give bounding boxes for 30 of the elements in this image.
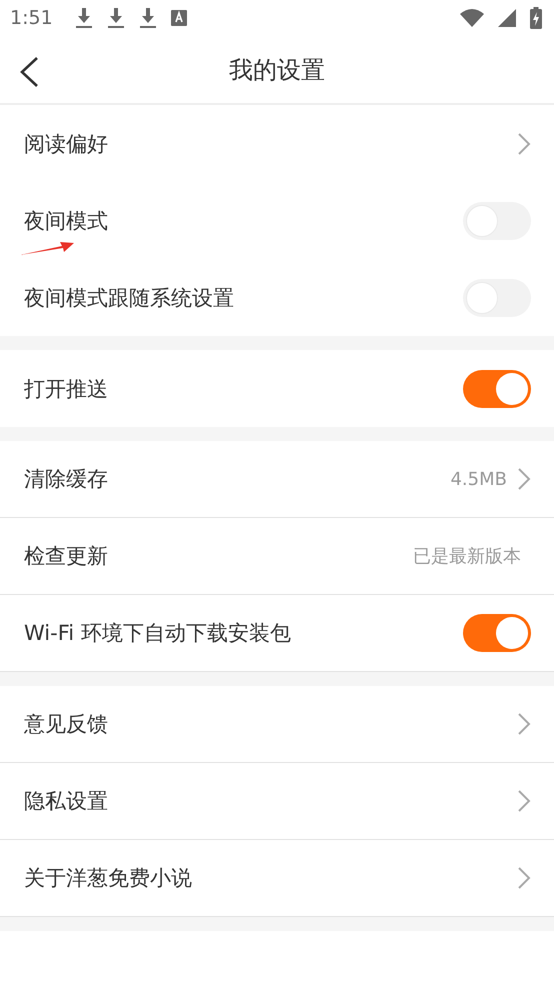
- setting-label[interactable]: 阅读偏好: [24, 130, 517, 158]
- battery-icon: [530, 7, 542, 29]
- status-time: 1:51: [10, 7, 53, 29]
- download-icon: [138, 7, 157, 29]
- download-icon: [106, 7, 125, 29]
- back-icon[interactable]: [18, 56, 40, 88]
- setting-label[interactable]: Wi-Fi 环境下自动下载安装包: [24, 619, 463, 647]
- setting-label[interactable]: 隐私设置: [24, 787, 517, 815]
- setting-label[interactable]: 打开推送: [24, 374, 463, 402]
- setting-label: 检查更新: [24, 543, 109, 570]
- setting-label[interactable]: 清除缓存: [24, 465, 450, 493]
- cache-size: 4.5MB: [450, 468, 507, 490]
- wifi-icon: [460, 8, 484, 28]
- chevron-right-icon: [517, 712, 531, 736]
- toggle-switch[interactable]: [463, 370, 531, 408]
- download-icon: [74, 7, 93, 29]
- chevron-right-icon: [517, 789, 531, 813]
- setting-label[interactable]: 意见反馈: [24, 710, 517, 738]
- chevron-right-icon: [517, 132, 531, 156]
- signal-icon: [498, 9, 516, 27]
- keyboard-notification-icon: [170, 10, 187, 26]
- toggle-switch[interactable]: [463, 614, 531, 652]
- version-status: 已是最新版本: [413, 545, 521, 568]
- annotation-arrow: [20, 240, 74, 256]
- setting-label[interactable]: 夜间模式跟随系统设置: [24, 284, 463, 312]
- chevron-right-icon: [517, 467, 531, 491]
- page-title: 我的设置: [229, 54, 325, 86]
- setting-label[interactable]: 关于洋葱免费小说: [24, 864, 517, 892]
- chevron-right-icon: [517, 866, 531, 890]
- setting-label[interactable]: 夜间模式: [24, 206, 463, 234]
